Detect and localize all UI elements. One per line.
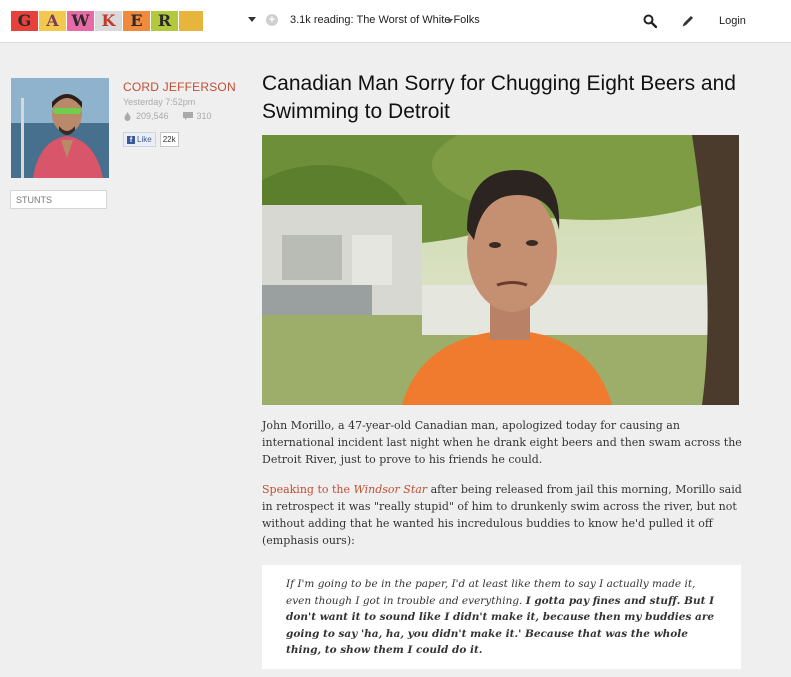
link-prefix: Speaking to the (262, 483, 354, 496)
logo-letter: R (151, 11, 178, 31)
facebook-like: f Like 22k (123, 132, 179, 147)
avatar-photo (11, 78, 109, 178)
article-paragraph: John Morillo, a 47-year-old Canadian man… (262, 419, 742, 466)
reading-count: 3.1k reading: (290, 14, 354, 26)
link-source: Windsor Star (353, 483, 428, 496)
article-paragraph: Speaking to the Windsor Star after being… (262, 481, 742, 549)
article-title[interactable]: Canadian Man Sorry for Chugging Eight Be… (262, 70, 742, 126)
search-icon[interactable] (643, 14, 657, 28)
logo-letter: K (95, 11, 122, 31)
tag-stunts[interactable]: STUNTS (10, 190, 107, 209)
logo-letter: W (67, 11, 94, 31)
logo-letter: A (39, 11, 66, 31)
logo-letter: E (123, 11, 150, 31)
views-icon (124, 111, 131, 121)
hero-image[interactable] (262, 135, 739, 405)
source-link[interactable]: Speaking to the Windsor Star (262, 483, 427, 496)
comment-count[interactable]: 310 (197, 111, 212, 121)
facebook-icon: f (127, 135, 135, 144)
logo-letter: G (11, 11, 38, 31)
login-link[interactable]: Login (719, 15, 746, 27)
facebook-like-button[interactable]: f Like (123, 132, 156, 147)
gawker-logo[interactable]: G A W K E R (11, 11, 203, 31)
author-name[interactable]: CORD JEFFERSON (123, 80, 236, 94)
pen-icon[interactable] (681, 14, 695, 28)
post-time[interactable]: Yesterday 7:52pm (123, 97, 195, 107)
logo-block (179, 11, 203, 31)
reading-title[interactable]: The Worst of White Folks (356, 14, 479, 26)
post-stats: 209,546 310 (123, 111, 212, 121)
like-count: 22k (159, 132, 179, 147)
blockquote: If I'm going to be in the paper, I'd at … (262, 565, 741, 669)
comments-icon (182, 112, 193, 120)
add-icon[interactable]: + (266, 14, 278, 26)
like-label: Like (137, 135, 152, 144)
view-count: 209,546 (136, 111, 169, 121)
hero-photo (262, 135, 739, 405)
dropdown-caret-icon[interactable] (248, 17, 256, 22)
reading-caret-icon[interactable] (447, 19, 453, 23)
top-bar: G A W K E R + 3.1k reading: The Worst of… (0, 0, 791, 43)
author-avatar[interactable] (11, 78, 109, 178)
